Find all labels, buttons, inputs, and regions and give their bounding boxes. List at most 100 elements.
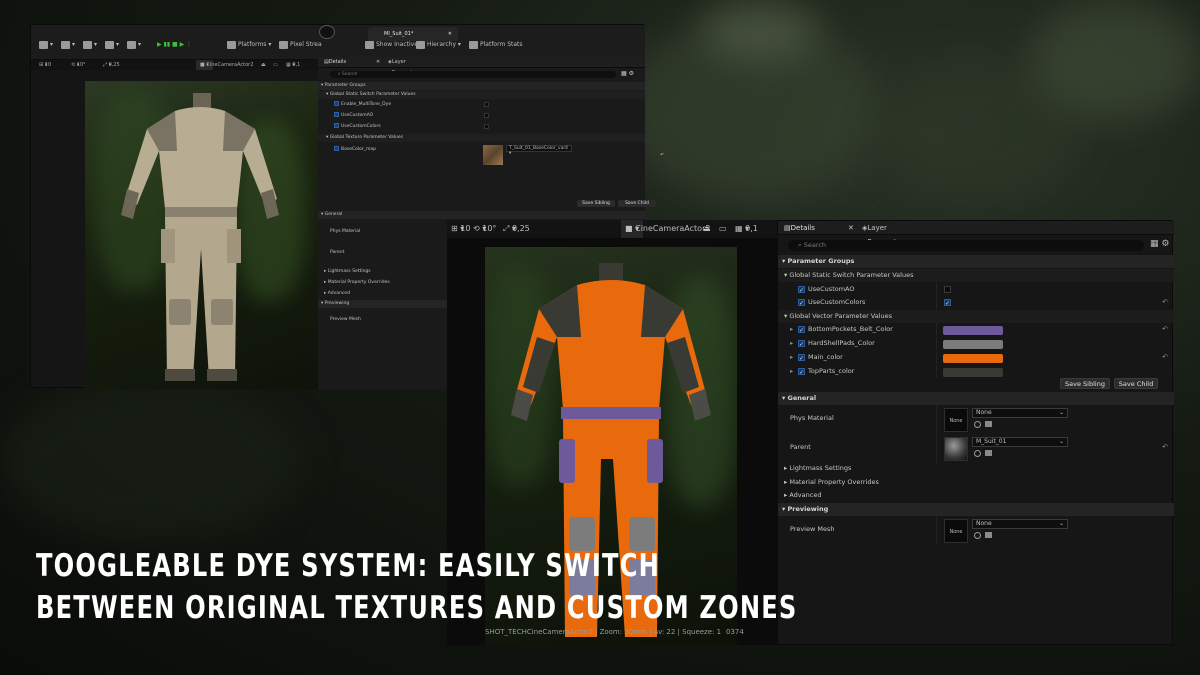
front-details-tabs: ▤ Details ✕ ◈ Layer Parameters	[778, 221, 1174, 246]
unreal-logo-icon	[319, 25, 335, 39]
switch-row[interactable]: Enable_MultiTone_Dye	[318, 100, 645, 110]
vector-hardshell-pads[interactable]: ▸HardShellPads_Color	[778, 337, 1174, 351]
layout-icon[interactable]: ▭	[273, 60, 278, 70]
play-button[interactable]: ▶ ▮▮ ■ ▶ ⋮	[157, 39, 192, 51]
general-header[interactable]: ▾ General	[318, 211, 645, 219]
save-sibling-button[interactable]: Save Sibling	[577, 200, 615, 207]
blueprint-icon[interactable]: ▾	[105, 39, 119, 51]
tab-details[interactable]: ▤ Details	[784, 221, 815, 235]
switch-use-custom-colors[interactable]: UseCustomColors ↶	[778, 296, 1174, 310]
use-selected-icon[interactable]	[974, 532, 981, 539]
save-child-button[interactable]: Save Child	[618, 200, 656, 207]
search-input[interactable]: ⌕ Search	[788, 240, 1144, 251]
switch-use-custom-ao[interactable]: UseCustomAO	[778, 283, 1174, 297]
static-switch-group[interactable]: ▾ Global Static Switch Parameter Values	[318, 91, 645, 99]
front-viewport[interactable]	[485, 247, 737, 645]
preview-thumbnail[interactable]: None	[944, 519, 968, 543]
texture-param-row[interactable]: BaseColor_map T_Suit_01_BaseColor_var4 ▾…	[318, 145, 664, 169]
phys-thumbnail[interactable]: None	[944, 408, 968, 432]
settings-icon[interactable]: ▦ ⚙	[1150, 239, 1169, 249]
grid-snap[interactable]: ⊞ 10 ▾	[39, 60, 51, 70]
rotation-snap[interactable]: ⟲ 10° ▾	[473, 220, 496, 238]
parent-combo[interactable]: M_Suit_01 ⌄	[972, 437, 1068, 447]
front-details-panel: ▤ Details ✕ ◈ Layer Parameters ⌕ Search …	[777, 220, 1174, 645]
reset-icon[interactable]: ↶	[1162, 296, 1168, 309]
color-swatch[interactable]	[943, 368, 1003, 377]
save-sibling-button[interactable]: Save Sibling	[1060, 378, 1110, 389]
switch-row[interactable]: UseCustomColors	[318, 122, 645, 132]
platform-stats-button[interactable]: Platform Stats	[469, 39, 523, 51]
browse-icon[interactable]	[985, 532, 992, 538]
switch-row[interactable]: UseCustomAO	[318, 111, 645, 121]
texture-combo[interactable]: T_Suit_01_BaseColor_var4 ▾	[506, 145, 572, 156]
back-details-tabs: ▤ Details ✕ ◈ Layer Parameters	[318, 57, 645, 76]
tab-layer-parameters[interactable]: ◈ Layer Parameters	[388, 57, 420, 76]
checkbox[interactable]	[944, 286, 951, 293]
color-swatch[interactable]	[943, 354, 1003, 363]
viewport-camera-info: SHOT_TECHCineCameraActor2 | Zoom: 50mm |…	[485, 628, 722, 636]
reset-icon[interactable]: ↶	[1162, 323, 1168, 336]
parameter-groups-header[interactable]: ▾ Parameter Groups	[318, 82, 645, 90]
camera-selector[interactable]: ■ CineCameraActor2 ▾	[196, 60, 253, 70]
pixel-streaming-button[interactable]: Pixel Strea	[279, 39, 322, 51]
vector-top-parts[interactable]: ▸TopParts_color	[778, 365, 1174, 379]
camera-selector[interactable]: ■ CineCameraActor2 ▾	[621, 220, 710, 238]
use-selected-icon[interactable]	[974, 421, 981, 428]
tab-layer-parameters[interactable]: ◈ Layer Parameters	[862, 221, 907, 246]
reset-icon[interactable]: ↶	[1162, 435, 1168, 459]
close-icon[interactable]: ✕	[376, 57, 380, 68]
camera-speed[interactable]: ▦ 0,1 ▾	[286, 60, 300, 70]
browse-icon[interactable]	[985, 450, 992, 456]
browse-icon[interactable]	[985, 421, 992, 427]
cinematics-icon[interactable]: ▾	[127, 39, 141, 51]
search-input[interactable]: ⌕ Search	[330, 71, 616, 78]
transform-icon[interactable]: ▾	[61, 39, 75, 51]
preview-mesh-combo[interactable]: None ⌄	[972, 519, 1068, 529]
vector-group[interactable]: ▾ Global Vector Parameter Values	[778, 310, 1174, 323]
checkbox[interactable]	[944, 297, 951, 310]
general-header[interactable]: ▾ General	[778, 392, 1174, 405]
viewport-frame-counter: 0374	[726, 628, 744, 636]
static-switch-group[interactable]: ▾ Global Static Switch Parameter Values	[778, 269, 1174, 282]
save-icon[interactable]: ▾	[39, 39, 53, 51]
use-selected-icon[interactable]	[974, 450, 981, 457]
tab-mi-suit[interactable]: MI_Suit_01* ✕	[368, 27, 458, 41]
scale-snap[interactable]: ⤢ 0,25 ▾	[103, 60, 120, 70]
vector-bottom-pockets[interactable]: ▸BottomPockets_Belt_Color ↶	[778, 323, 1174, 337]
color-swatch[interactable]	[943, 340, 1003, 349]
save-child-button[interactable]: Save Child	[1114, 378, 1158, 389]
texture-thumbnail[interactable]	[483, 145, 503, 165]
headline-line-2: BETWEEN ORIGINAL TEXTURES AND CUSTOM ZON…	[36, 590, 798, 626]
rotation-snap[interactable]: ⟲ 10° ▾	[71, 60, 86, 70]
close-icon[interactable]: ✕	[848, 221, 854, 235]
eject-icon[interactable]: ⏏	[261, 60, 266, 70]
reset-icon[interactable]: ↶	[1162, 351, 1168, 364]
settings-icon[interactable]: ▦ ⚙	[621, 70, 634, 77]
previewing-header[interactable]: ▾ Previewing	[778, 503, 1174, 516]
vector-main-color[interactable]: ▸Main_color ↶	[778, 351, 1174, 365]
parameter-groups-header[interactable]: ▾ Parameter Groups	[778, 255, 1174, 268]
back-viewport[interactable]	[85, 81, 318, 389]
advanced-row[interactable]: ▸ Advanced	[778, 489, 1174, 502]
tab-details[interactable]: ▤ Details	[324, 57, 346, 68]
layout-icon[interactable]: ▭	[719, 220, 727, 238]
scale-snap[interactable]: ⤢ 0,25 ▾	[503, 220, 530, 238]
color-swatch[interactable]	[943, 326, 1003, 335]
grid-snap[interactable]: ⊞ 10 ▾	[451, 220, 470, 238]
back-viewport-bar: ⊞ 10 ▾ ⟲ 10° ▾ ⤢ 0,25 ▾ ■ CineCameraActor2 ▾…	[31, 60, 318, 70]
texture-group[interactable]: ▾ Global Texture Parameter Values	[318, 134, 645, 142]
camera-speed[interactable]: ▦ 0,1 ▾	[735, 220, 758, 238]
content-icon[interactable]: ▾	[83, 39, 97, 51]
parent-thumbnail[interactable]	[944, 437, 968, 461]
phys-material-row: Phys Material None None ⌄	[778, 406, 1174, 434]
phys-material-combo[interactable]: None ⌄	[972, 408, 1068, 418]
lightmass-row[interactable]: ▸ Lightmass Settings	[778, 462, 1174, 475]
front-viewport-bar: ⊞ 10 ▾ ⟲ 10° ▾ ⤢ 0,25 ▾ ■ CineCameraActor2 ▾…	[447, 220, 777, 238]
parent-row: Parent M_Suit_01 ⌄ ↶	[778, 435, 1174, 463]
overrides-row[interactable]: ▸ Material Property Overrides	[778, 476, 1174, 489]
platforms-button[interactable]: Platforms ▾	[227, 39, 271, 51]
preview-mesh-row: Preview Mesh None None ⌄	[778, 517, 1174, 545]
reset-icon[interactable]: ↶	[660, 151, 664, 161]
suit-original-texture	[121, 93, 279, 381]
eject-icon[interactable]: ⏏	[703, 220, 711, 238]
